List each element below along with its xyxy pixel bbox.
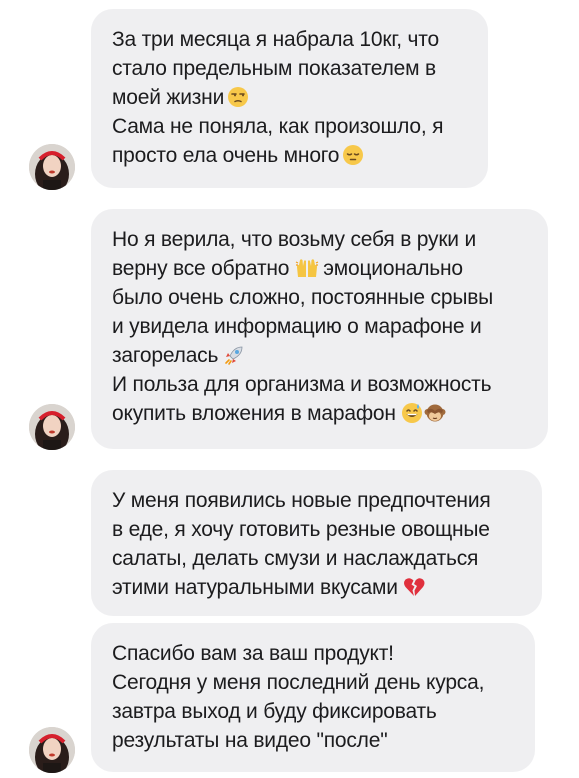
message-line: завтра выход и буду фиксировать bbox=[112, 700, 437, 723]
message-line: результаты на видео "после" bbox=[112, 729, 388, 752]
message-bubble[interactable]: У меня появились новые предпочтения в ед… bbox=[91, 470, 542, 616]
message-line: в еде, я хочу готовить резные овощные bbox=[112, 518, 490, 541]
avatar[interactable] bbox=[29, 144, 75, 190]
message-line: верну все обратно bbox=[112, 257, 290, 280]
message-line: Спасибо вам за ваш продукт! bbox=[112, 642, 394, 665]
message-bubble[interactable]: За три месяца я набрала 10кг, что стало … bbox=[91, 9, 488, 188]
message-line: окупить вложения в марафон bbox=[112, 402, 396, 425]
message-bubble[interactable]: Спасибо вам за ваш продукт! Сегодня у ме… bbox=[91, 623, 535, 772]
message-line: загорелась bbox=[112, 344, 219, 367]
see-no-evil-monkey-icon bbox=[424, 402, 446, 424]
message-line: было очень сложно, постоянные срывы bbox=[112, 286, 494, 309]
message-line: моей жизни bbox=[112, 86, 225, 109]
message-line: стало предельным показателем в bbox=[112, 57, 436, 80]
grinning-sweat-face-icon bbox=[401, 402, 423, 424]
message-line: этими натуральными вкусами bbox=[112, 576, 398, 599]
chat-thread: За три месяца я набрала 10кг, что стало … bbox=[0, 0, 579, 778]
message-line: Сама не поняла, как произошло, я bbox=[112, 115, 444, 138]
rocket-icon bbox=[223, 344, 245, 366]
message-line: У меня появились новые предпочтения bbox=[112, 489, 491, 512]
avatar[interactable] bbox=[29, 727, 75, 773]
message-line: просто ела очень много bbox=[112, 144, 340, 167]
message-line: Но я верила, что возьму себя в руки и bbox=[112, 228, 477, 251]
message-line: и увидела информацию о марафоне и bbox=[112, 315, 482, 338]
message-line: салаты, делать смузи и наслаждаться bbox=[112, 547, 479, 570]
avatar[interactable] bbox=[29, 404, 75, 450]
pensive-face-icon bbox=[342, 144, 364, 166]
message-line: Сегодня у меня последний день курса, bbox=[112, 671, 485, 694]
raising-hands-icon bbox=[295, 257, 319, 279]
unamused-face-icon bbox=[227, 86, 249, 108]
message-line: эмоционально bbox=[323, 257, 463, 280]
broken-heart-icon bbox=[403, 576, 425, 598]
message-line: И польза для организма и возможность bbox=[112, 373, 492, 396]
message-line: За три месяца я набрала 10кг, что bbox=[112, 28, 439, 51]
message-bubble[interactable]: Но я верила, что возьму себя в руки и ве… bbox=[91, 209, 548, 449]
